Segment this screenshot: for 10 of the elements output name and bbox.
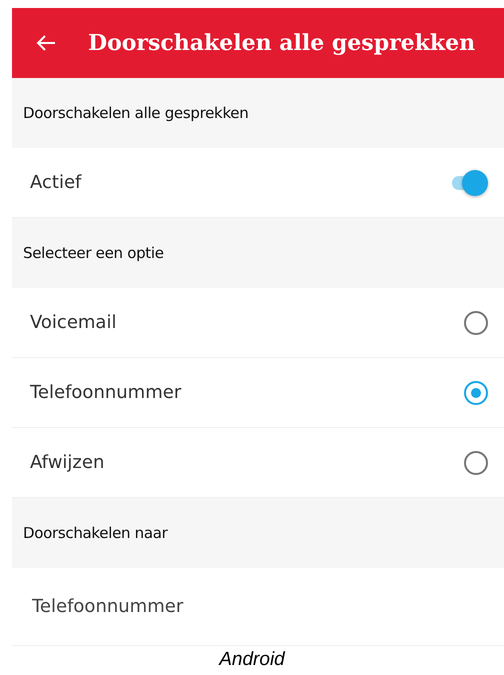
caption: Android (219, 649, 285, 670)
section-heading: Doorschakelen alle gesprekken (23, 104, 248, 122)
option-label: Voicemail (30, 312, 116, 333)
phone-number-field[interactable]: Telefoonnummer (32, 596, 488, 617)
setting-label: Actief (30, 172, 82, 193)
screen-title: Doorschakelen alle gesprekken (88, 30, 476, 56)
option-label: Afwijzen (30, 452, 104, 473)
option-label: Telefoonnummer (30, 382, 182, 403)
section-heading: Selecteer een optie (23, 244, 164, 262)
section-heading: Doorschakelen naar (23, 524, 168, 542)
